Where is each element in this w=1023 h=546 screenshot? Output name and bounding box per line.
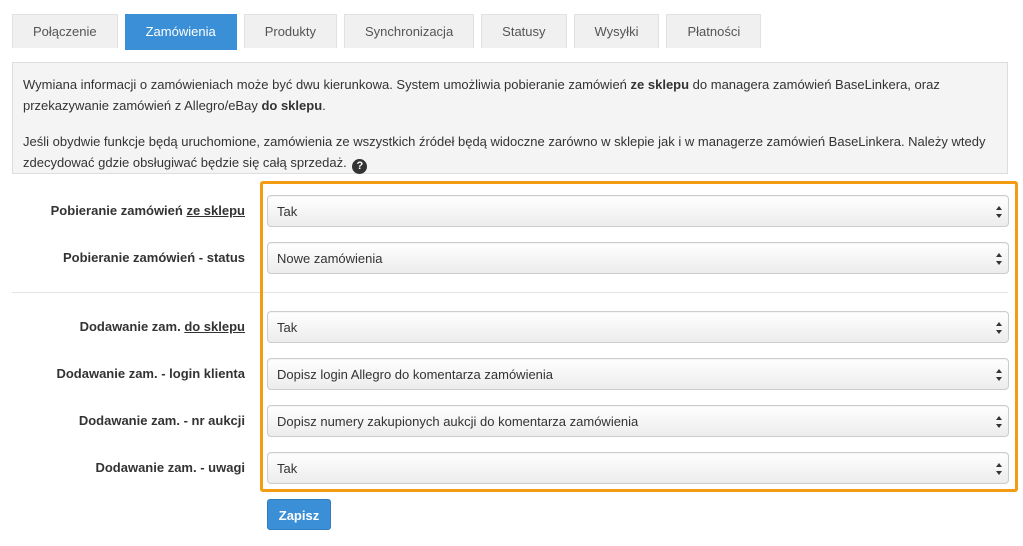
field-label: Dodawanie zam. - uwagi [95, 460, 245, 475]
help-icon[interactable]: ? [352, 159, 368, 174]
select-value: Tak [277, 204, 298, 219]
form-row-add-auction-numbers: Dodawanie zam. - nr aukcji Dopisz numery… [0, 405, 1023, 437]
download-orders-select[interactable]: Tak [267, 195, 1009, 227]
form-row-add-login: Dodawanie zam. - login klienta Dopisz lo… [0, 358, 1023, 390]
label-text: Dodawanie zam. [79, 319, 185, 334]
select-arrows-icon [995, 252, 1003, 266]
section-divider [12, 292, 1008, 293]
info-text: . [322, 98, 326, 113]
form-row-download-orders: Pobieranie zamówień ze sklepu Tak [0, 195, 1023, 227]
select-value: Tak [277, 320, 298, 335]
field-label: Pobieranie zamówień ze sklepu [51, 203, 245, 218]
label-underlined-text: do sklepu [184, 319, 245, 334]
info-emphasis-to-shop: do sklepu [261, 98, 323, 113]
info-box: Wymiana informacji o zamówieniach może b… [12, 62, 1008, 174]
select-arrows-icon [995, 205, 1003, 219]
info-emphasis-from-shop: ze sklepu [630, 77, 690, 92]
info-paragraph-1: Wymiana informacji o zamówieniach może b… [23, 74, 997, 116]
label-text: Pobieranie zamówień [50, 203, 187, 218]
form-row-add-orders: Dodawanie zam. do sklepu Tak [0, 311, 1023, 343]
select-value: Tak [277, 461, 298, 476]
add-notes-select[interactable]: Tak [267, 452, 1009, 484]
tab-statuses[interactable]: Statusy [481, 14, 567, 48]
select-arrows-icon [995, 462, 1003, 476]
info-text: Jeśli obydwie funkcje będą uruchomione, … [23, 134, 986, 170]
label-underlined-text: ze sklepu [186, 203, 245, 218]
add-orders-select[interactable]: Tak [267, 311, 1009, 343]
info-paragraph-2: Jeśli obydwie funkcje będą uruchomione, … [23, 131, 997, 174]
add-auction-numbers-select[interactable]: Dopisz numery zakupionych aukcji do kome… [267, 405, 1009, 437]
tab-synchronization[interactable]: Synchronizacja [344, 14, 475, 48]
info-text: Wymiana informacji o zamówieniach może b… [23, 77, 631, 92]
select-value: Nowe zamówienia [277, 251, 383, 266]
form-row-add-notes: Dodawanie zam. - uwagi Tak [0, 452, 1023, 484]
tab-orders[interactable]: Zamówienia [124, 14, 237, 50]
save-button[interactable]: Zapisz [267, 499, 331, 530]
select-arrows-icon [995, 368, 1003, 382]
select-value: Dopisz login Allegro do komentarza zamów… [277, 367, 554, 382]
select-arrows-icon [995, 415, 1003, 429]
form-row-download-status: Pobieranie zamówień - status Nowe zamówi… [0, 242, 1023, 274]
field-label: Pobieranie zamówień - status [62, 250, 245, 265]
tab-shipping[interactable]: Wysyłki [573, 14, 660, 48]
field-label: Dodawanie zam. - login klienta [56, 366, 245, 381]
select-arrows-icon [995, 321, 1003, 335]
tab-bar: Połączenie Zamówienia Produkty Synchroni… [12, 14, 768, 50]
tab-payments[interactable]: Płatności [666, 14, 762, 48]
select-value: Dopisz numery zakupionych aukcji do kome… [277, 414, 639, 429]
field-label: Dodawanie zam. - nr aukcji [78, 413, 245, 428]
field-label: Dodawanie zam. do sklepu [80, 319, 245, 334]
download-status-select[interactable]: Nowe zamówienia [267, 242, 1009, 274]
tab-products[interactable]: Produkty [243, 14, 338, 48]
tab-connection[interactable]: Połączenie [12, 14, 118, 48]
add-login-select[interactable]: Dopisz login Allegro do komentarza zamów… [267, 358, 1009, 390]
